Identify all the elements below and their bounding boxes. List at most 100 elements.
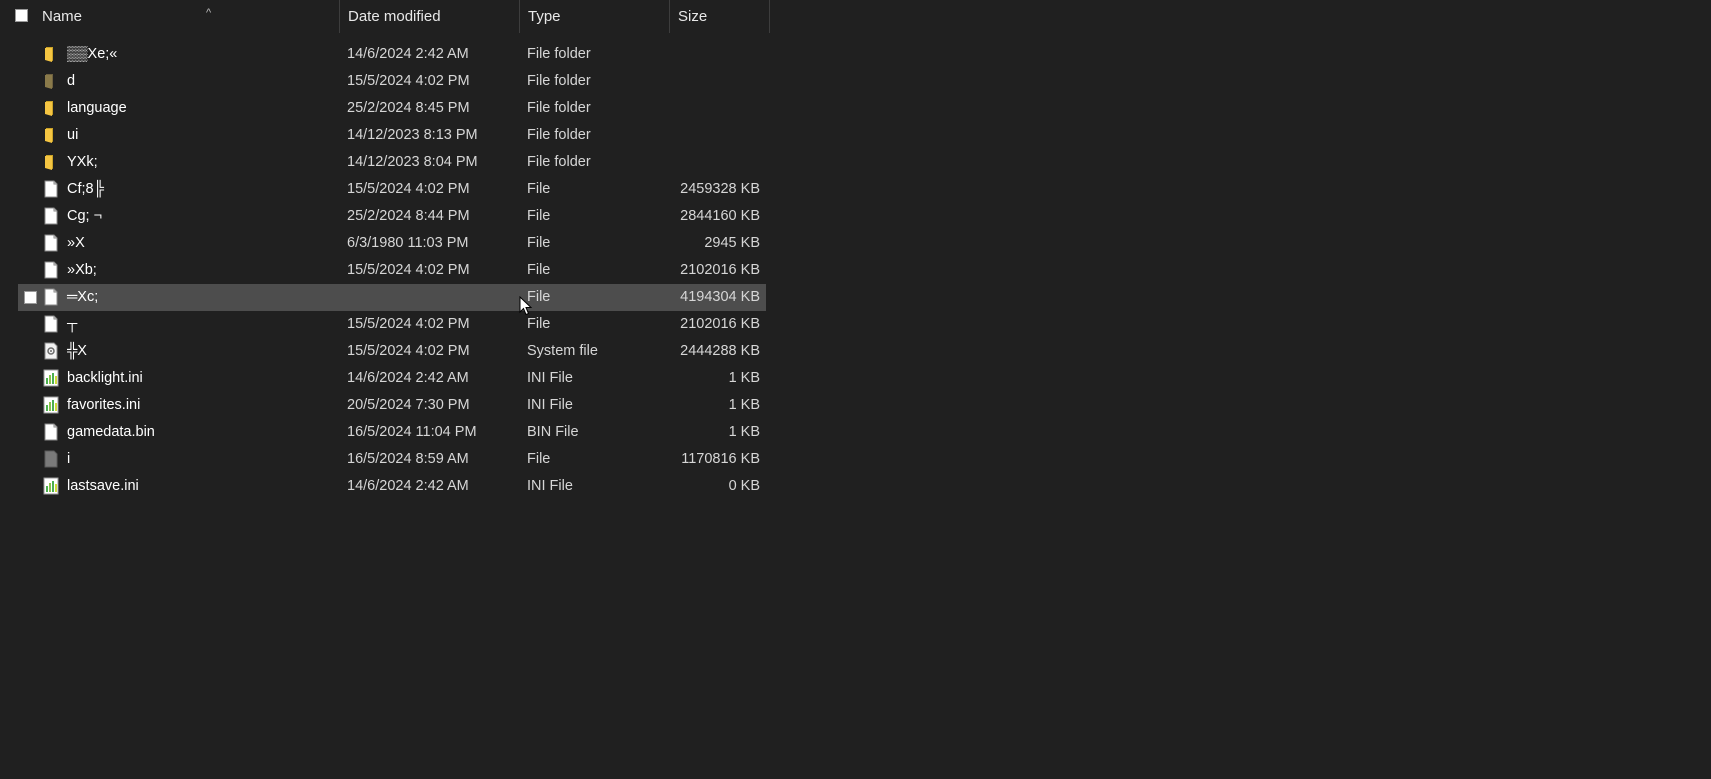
file-icon [43,207,59,225]
file-name: ═Xc; [67,289,99,305]
file-date-modified: 14/6/2024 2:42 AM [347,46,469,62]
file-name: gamedata.bin [67,424,155,440]
file-row[interactable]: YXk; 14/12/2023 8:04 PM File folder [18,149,766,176]
file-row[interactable]: ┬ 15/5/2024 4:02 PM File 2102016 KB [18,311,766,338]
file-size: 2945 KB [704,235,760,251]
ini-file-icon [43,369,59,387]
system-file-icon [43,342,59,360]
file-icon [43,288,59,306]
file-icon [43,180,59,198]
file-size: 2844160 KB [680,208,760,224]
file-size: 2102016 KB [680,316,760,332]
file-type: INI File [527,397,573,413]
file-row[interactable]: Cf;8╠ 15/5/2024 4:02 PM File 2459328 KB [18,176,766,203]
file-size: 0 KB [728,478,760,494]
file-row[interactable]: lastsave.ini 14/6/2024 2:42 AM INI File 0 K… [18,473,766,500]
sort-ascending-icon: ^ [206,7,212,19]
ini-file-icon [43,396,59,414]
mouse-cursor-icon [519,296,533,316]
file-row[interactable]: ui 14/12/2023 8:13 PM File folder [18,122,766,149]
folder-icon [43,126,59,144]
file-list-view: Name ^ Date modified Type Size ▒▒Xe;« 14/… [0,0,1711,779]
file-name: »Xb; [67,262,97,278]
file-name: lastsave.ini [67,478,139,494]
select-all-checkbox[interactable] [15,9,28,22]
file-rows: ▒▒Xe;« 14/6/2024 2:42 AM File folder d 15/5/… [18,41,766,500]
folder-dark-icon [43,72,59,90]
file-gray-icon [43,450,59,468]
folder-icon [43,153,59,171]
file-date-modified: 25/2/2024 8:45 PM [347,100,470,116]
file-row[interactable]: backlight.ini 14/6/2024 2:42 AM INI File 1 … [18,365,766,392]
file-type: File [527,181,551,197]
file-type: File [527,262,551,278]
column-header-date-modified[interactable]: Date modified [340,0,520,33]
file-type: INI File [527,478,573,494]
file-type: File [527,451,551,467]
file-name: ╬X [67,343,87,359]
file-name: language [67,100,127,116]
file-name: Cg; ¬ [67,208,103,224]
file-name: d [67,73,76,89]
file-name: Cf;8╠ [67,181,104,197]
file-name: backlight.ini [67,370,143,386]
file-size: 4194304 KB [680,289,760,305]
file-size: 2444288 KB [680,343,760,359]
column-size-label: Size [678,8,708,25]
file-date-modified: 16/5/2024 11:04 PM [347,424,477,440]
folder-icon [43,45,59,63]
column-type-label: Type [528,8,561,25]
file-date-modified: 15/5/2024 4:02 PM [347,262,470,278]
column-header-type[interactable]: Type [520,0,670,33]
file-icon [43,261,59,279]
file-type: System file [527,343,598,359]
column-header: Name ^ Date modified Type Size [0,0,770,33]
file-type: File folder [527,154,591,170]
file-row[interactable]: d 15/5/2024 4:02 PM File folder [18,68,766,95]
file-type: File folder [527,100,591,116]
file-row[interactable]: i 16/5/2024 8:59 AM File 1170816 KB [18,446,766,473]
file-date-modified: 15/5/2024 4:02 PM [347,73,470,89]
file-type: File folder [527,73,591,89]
file-size: 1 KB [728,397,760,413]
file-date-modified: 15/5/2024 4:02 PM [347,181,470,197]
file-type: File folder [527,127,591,143]
row-checkbox[interactable] [24,291,37,304]
file-size: 1 KB [728,370,760,386]
file-name: ┬ [67,316,78,332]
file-row[interactable]: gamedata.bin 16/5/2024 11:04 PM BIN File 1 … [18,419,766,446]
file-icon [43,234,59,252]
file-date-modified: 14/12/2023 8:13 PM [347,127,478,143]
file-row[interactable]: Cg; ¬ 25/2/2024 8:44 PM File 2844160 KB [18,203,766,230]
file-row[interactable]: ▒▒Xe;« 14/6/2024 2:42 AM File folder [18,41,766,68]
file-size: 2459328 KB [680,181,760,197]
file-icon [43,315,59,333]
file-row[interactable]: language 25/2/2024 8:45 PM File folder [18,95,766,122]
file-date-modified: 14/6/2024 2:42 AM [347,478,469,494]
file-icon [43,423,59,441]
column-header-size[interactable]: Size [670,0,770,33]
file-date-modified: 15/5/2024 4:02 PM [347,343,470,359]
file-date-modified: 20/5/2024 7:30 PM [347,397,470,413]
file-type: INI File [527,370,573,386]
file-name: ▒▒Xe;« [67,46,118,62]
file-date-modified: 15/5/2024 4:02 PM [347,316,470,332]
file-size: 1170816 KB [681,451,760,467]
file-type: BIN File [527,424,579,440]
file-row[interactable]: ═Xc; File 4194304 KB [18,284,766,311]
file-name: ui [67,127,79,143]
file-row[interactable]: »X 6/3/1980 11:03 PM File 2945 KB [18,230,766,257]
file-name: favorites.ini [67,397,141,413]
column-header-name[interactable]: Name ^ [36,0,340,33]
folder-icon [43,99,59,117]
column-date-label: Date modified [348,8,441,25]
file-name: YXk; [67,154,98,170]
file-date-modified: 6/3/1980 11:03 PM [347,235,469,251]
file-size: 2102016 KB [680,262,760,278]
file-size: 1 KB [728,424,760,440]
file-row[interactable]: »Xb; 15/5/2024 4:02 PM File 2102016 KB [18,257,766,284]
file-row[interactable]: ╬X 15/5/2024 4:02 PM System file 2444288 KB [18,338,766,365]
file-row[interactable]: favorites.ini 20/5/2024 7:30 PM INI File 1 … [18,392,766,419]
file-name: »X [67,235,85,251]
file-name: i [67,451,71,467]
